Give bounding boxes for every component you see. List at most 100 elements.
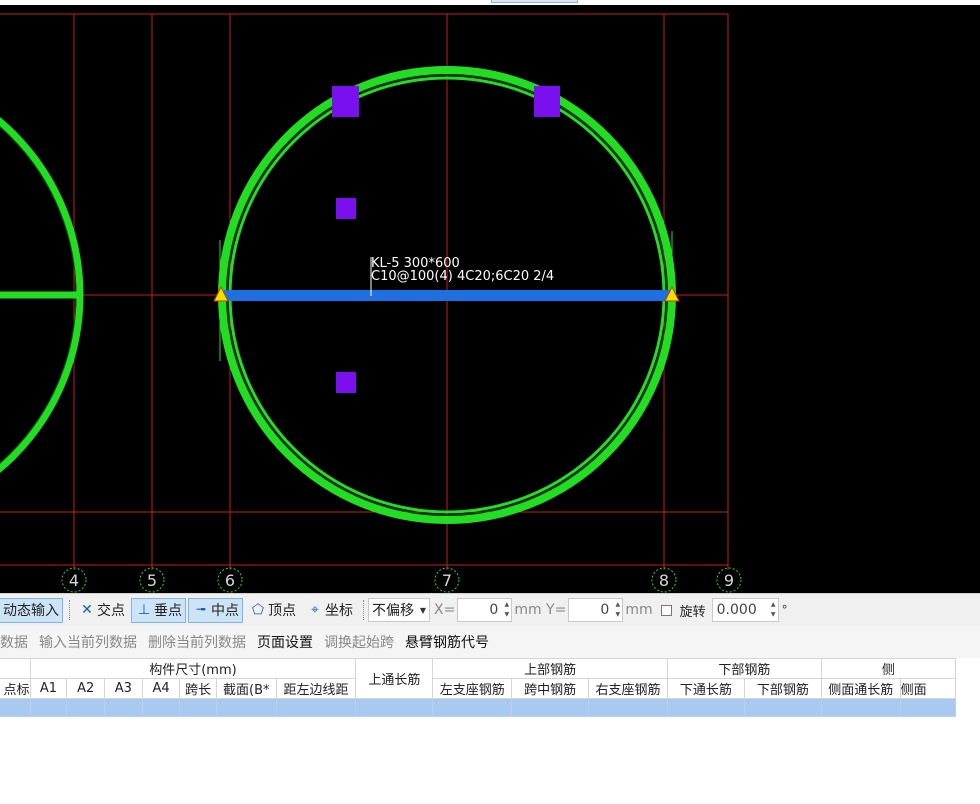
top-rebar-group-header: 上部钢筋 <box>432 658 668 679</box>
rotate-spinner-icon[interactable]: ▲ ▼ <box>769 600 778 620</box>
perpendicular-icon: ⊥ <box>137 602 151 618</box>
axis-label: 8 <box>659 571 669 590</box>
column-header-left-distance: 距左边线距 <box>275 678 357 699</box>
table-cell[interactable] <box>275 698 357 717</box>
vertex-snap-button[interactable]: ⬠ 顶点 <box>245 598 300 623</box>
rebar-table: 构件尺寸(mm) 上通长筋 上部钢筋 下部钢筋 侧 点标 A1 A2 A3 A4… <box>0 658 980 804</box>
coordinate-snap-button[interactable]: ⌖ 坐标 <box>302 598 357 623</box>
column-header-a3: A3 <box>104 678 143 699</box>
y-input[interactable]: 0 ▲ ▼ <box>568 598 624 622</box>
y-label: mm Y= <box>514 602 567 618</box>
column-header-bottom-rebar: 下部钢筋 <box>743 678 822 699</box>
y-spinner-icon[interactable]: ▲ ▼ <box>613 600 622 620</box>
rotate-checkbox[interactable] <box>660 604 672 616</box>
x-spinner-icon[interactable]: ▲ ▼ <box>502 600 511 620</box>
axis-label: 4 <box>69 571 79 590</box>
table-menu-bar: 跨数据 输入当前列数据 删除当前列数据 页面设置 调换起始跨 悬臂钢筋代号 <box>0 626 980 658</box>
column[interactable] <box>336 198 356 219</box>
midpoint-snap-button[interactable]: ╼ 中点 <box>188 597 243 623</box>
perpendicular-snap-button[interactable]: ⊥ 垂点 <box>131 597 186 623</box>
column-header-a4: A4 <box>141 678 181 699</box>
rotate-label: 旋转 <box>679 604 706 620</box>
table-cell[interactable] <box>355 698 434 717</box>
left-circular-wall[interactable] <box>0 67 84 523</box>
midpoint-icon: ╼ <box>196 602 206 618</box>
beam-kl5[interactable] <box>224 290 671 301</box>
table-cell[interactable] <box>743 698 822 717</box>
x-input[interactable]: 0 ▲ ▼ <box>457 598 513 622</box>
y-value: 0 <box>600 602 610 618</box>
beam-label-line2: C10@100(4) 4C20;6C20 2/4 <box>371 269 554 284</box>
table-cell[interactable] <box>0 698 31 717</box>
column-header-bottom-long: 下通长筋 <box>666 678 745 699</box>
table-cell[interactable] <box>588 698 668 717</box>
midpoint-label: 中点 <box>211 603 239 619</box>
table-cell[interactable] <box>432 698 513 717</box>
dynamic-input-label: 动态输入 <box>3 603 59 619</box>
menu-delete-column[interactable]: 删除当前列数据 <box>148 632 246 652</box>
x-value: 0 <box>489 602 499 618</box>
menu-input-column[interactable]: 输入当前列数据 <box>39 632 137 652</box>
column-header-a1: A1 <box>29 678 68 699</box>
degree-symbol: ° <box>781 603 788 617</box>
bottom-rebar-group-header: 下部钢筋 <box>666 658 822 679</box>
side-rebar-group-header: 侧 <box>820 658 957 679</box>
column-header-point: 点标 <box>0 678 31 699</box>
axis-label: 7 <box>442 571 452 590</box>
drawing-svg[interactable]: KL-5 300*600 C10@100(4) 4C20;6C20 2/4 4 … <box>0 5 980 593</box>
toolbar-separator <box>69 600 70 620</box>
table-header-cell <box>0 658 31 679</box>
intersection-label: 交点 <box>97 603 125 619</box>
vertex-label: 顶点 <box>268 603 296 619</box>
table-cell[interactable] <box>820 698 901 717</box>
table-cell[interactable] <box>141 698 181 717</box>
y-unit: mm <box>625 602 653 618</box>
table-cell[interactable] <box>215 698 277 717</box>
offset-select[interactable]: 不偏移 ▼ <box>368 598 430 622</box>
dimensions-group-header: 构件尺寸(mm) <box>29 658 357 679</box>
axis-label: 9 <box>724 571 734 590</box>
snap-toolbar: 动态输入 ✕ 交点 ⊥ 垂点 ╼ 中点 ⬠ 顶点 ⌖ 坐标 不偏移 ▼ X= 0… <box>0 593 980 626</box>
perpendicular-label: 垂点 <box>154 603 182 619</box>
coordinate-label: 坐标 <box>325 603 353 619</box>
column-header-a2: A2 <box>66 678 106 699</box>
intersection-icon: ✕ <box>81 602 93 618</box>
chevron-down-icon: ▼ <box>419 605 426 615</box>
menu-page-setup[interactable]: 页面设置 <box>257 632 313 652</box>
column-header-section: 截面(B* <box>215 678 277 699</box>
column-header-right-support: 右支座钢筋 <box>588 678 668 699</box>
column-header-span-length: 跨长 <box>179 678 217 699</box>
table-cell[interactable] <box>666 698 745 717</box>
dynamic-input-button[interactable]: 动态输入 <box>0 597 63 623</box>
table-cell[interactable] <box>179 698 217 717</box>
offset-select-value: 不偏移 <box>372 603 414 619</box>
x-label: X= <box>434 602 456 618</box>
active-tab-marker[interactable] <box>491 0 578 3</box>
column[interactable] <box>336 372 356 393</box>
menu-swap-start-span[interactable]: 调换起始跨 <box>324 632 394 652</box>
table-cell[interactable] <box>104 698 143 717</box>
axis-label: 6 <box>225 571 235 590</box>
column-header-left-support: 左支座钢筋 <box>432 678 513 699</box>
column-header-side-long: 侧面通长筋 <box>820 678 901 699</box>
menu-span-data[interactable]: 跨数据 <box>0 632 28 652</box>
toolbar-separator <box>363 600 364 620</box>
column-header-side: 侧面 <box>899 678 957 699</box>
column[interactable] <box>332 86 359 117</box>
rotate-input[interactable]: 0.000 ▲ ▼ <box>711 598 779 622</box>
table-cell[interactable] <box>511 698 590 717</box>
top-long-rebar-header: 上通长筋 <box>355 658 434 699</box>
axis-label: 5 <box>147 571 157 590</box>
intersection-snap-button[interactable]: ✕ 交点 <box>74 598 129 623</box>
table-cell[interactable] <box>29 698 68 717</box>
column-header-mid-span: 跨中钢筋 <box>511 678 590 699</box>
column[interactable] <box>534 86 560 117</box>
menu-cantilever-code[interactable]: 悬臂钢筋代号 <box>405 632 489 652</box>
coordinate-icon: ⌖ <box>311 602 319 618</box>
table-cell[interactable] <box>66 698 106 717</box>
drawing-canvas[interactable]: KL-5 300*600 C10@100(4) 4C20;6C20 2/4 4 … <box>0 5 980 593</box>
table-cell[interactable] <box>899 698 957 717</box>
rotate-value: 0.000 <box>716 602 757 618</box>
table-row[interactable] <box>0 698 957 717</box>
vertex-icon: ⬠ <box>251 602 265 618</box>
